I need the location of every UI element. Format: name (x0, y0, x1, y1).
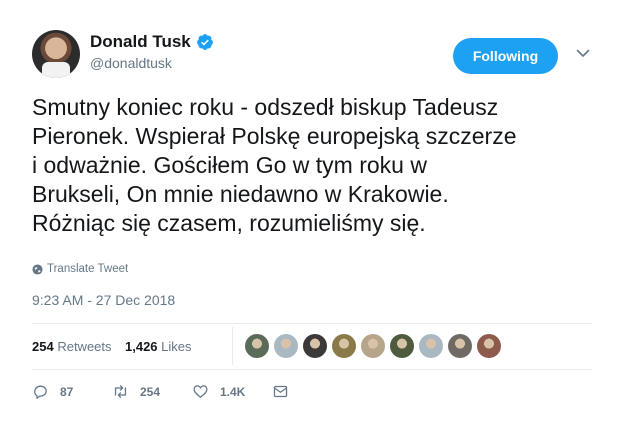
liker-avatars (245, 334, 506, 358)
tweet-text: Smutny koniec roku - odszedł biskup Tade… (32, 94, 517, 236)
heart-icon (193, 385, 208, 398)
author-handle[interactable]: @donaldtusk (90, 55, 172, 71)
divider (32, 323, 592, 324)
retweets-label: Retweets (57, 339, 112, 354)
liker-avatar[interactable] (419, 334, 443, 358)
globe-icon (32, 263, 43, 275)
following-button[interactable]: Following (453, 38, 558, 74)
stats-divider (232, 327, 233, 365)
author-name[interactable]: Donald Tusk (90, 32, 191, 52)
verified-badge-icon (196, 34, 213, 50)
liker-avatar[interactable] (274, 334, 298, 358)
tweet-stats: 254 Retweets 1,426 Likes (32, 327, 592, 367)
retweet-icon (114, 385, 127, 398)
divider (32, 369, 592, 370)
envelope-icon (273, 385, 288, 398)
liker-avatar[interactable] (477, 334, 501, 358)
liker-avatar[interactable] (245, 334, 269, 358)
retweet-button[interactable]: 254 (112, 383, 160, 400)
liker-avatar[interactable] (361, 334, 385, 358)
liker-avatar[interactable] (303, 334, 327, 358)
tweet-timestamp[interactable]: 9:23 AM - 27 Dec 2018 (32, 292, 175, 308)
liker-avatar[interactable] (390, 334, 414, 358)
retweet-count: 254 (140, 384, 161, 399)
translate-tweet-link[interactable]: Translate Tweet (32, 263, 128, 275)
liker-avatar[interactable] (332, 334, 356, 358)
reply-count: 87 (60, 384, 74, 399)
retweets-stat[interactable]: 254 Retweets (32, 339, 112, 354)
retweets-count: 254 (32, 339, 54, 354)
author-avatar[interactable] (32, 30, 80, 78)
translate-tweet-label[interactable]: Translate Tweet (47, 263, 128, 275)
likes-label: Likes (161, 339, 192, 354)
tweet-header: Donald Tusk @donaldtusk Following (32, 30, 607, 80)
reply-button[interactable]: 87 (32, 383, 73, 400)
chevron-down-icon[interactable] (575, 45, 591, 61)
author-name-row: Donald Tusk (90, 32, 214, 52)
reply-icon (34, 385, 47, 399)
tweet-actions: 87 254 1.4K (32, 383, 332, 407)
like-count: 1.4K (220, 384, 246, 399)
liker-avatar[interactable] (448, 334, 472, 358)
direct-message-button[interactable] (272, 383, 300, 400)
tweet-card: Donald Tusk @donaldtusk Following Smutny… (0, 0, 625, 421)
likes-count: 1,426 (125, 339, 158, 354)
like-button[interactable]: 1.4K (192, 383, 245, 400)
likes-stat[interactable]: 1,426 Likes (125, 339, 192, 354)
